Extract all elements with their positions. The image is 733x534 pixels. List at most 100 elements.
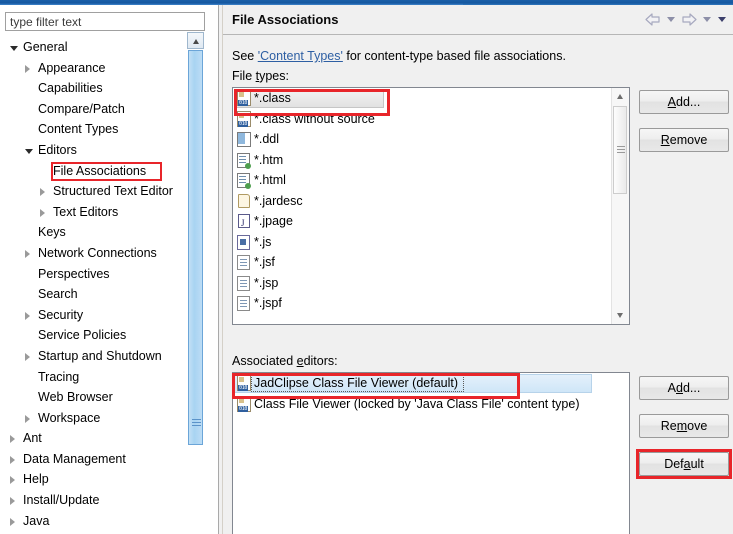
expanded-twisty-icon[interactable] — [10, 46, 18, 51]
add-editor-button[interactable]: Add... — [639, 376, 729, 400]
sidebar-item-label: Keys — [38, 225, 66, 240]
file-type-label: *.class without source — [254, 111, 375, 126]
sidebar-item-text-editors[interactable]: Text Editors — [0, 202, 186, 223]
sidebar-item-web-browser[interactable]: Web Browser — [0, 387, 186, 408]
sidebar-item-label: Capabilities — [38, 81, 103, 96]
sidebar-item-security[interactable]: Security — [0, 305, 186, 326]
file-type-row[interactable]: *.jsp — [233, 273, 629, 294]
collapsed-twisty-icon[interactable] — [40, 208, 45, 217]
jpage-file-icon — [236, 213, 252, 234]
associated-editors-rows[interactable]: JadClipse Class File Viewer (default) Cla… — [233, 373, 629, 534]
file-types-list[interactable]: *.class *.class without source *.ddl *.htm *… — [232, 87, 630, 325]
collapsed-twisty-icon[interactable] — [10, 517, 15, 526]
sidebar-item-file-associations[interactable]: File Associations — [0, 161, 186, 182]
collapsed-twisty-icon[interactable] — [25, 249, 30, 258]
remove-label-post: emove — [669, 133, 708, 147]
sidebar-item-compare-patch[interactable]: Compare/Patch — [0, 99, 186, 120]
ddl-file-icon — [236, 131, 252, 147]
collapsed-twisty-icon[interactable] — [10, 455, 15, 464]
file-types-rows[interactable]: *.class *.class without source *.ddl *.htm *… — [233, 88, 629, 324]
forward-arrow-icon[interactable] — [680, 12, 698, 27]
collapsed-twisty-icon[interactable] — [40, 188, 45, 197]
sidebar-item-capabilities[interactable]: Capabilities — [0, 78, 186, 99]
sidebar-item-network-connections[interactable]: Network Connections — [0, 243, 186, 264]
file-type-row[interactable]: *.jspf — [233, 293, 629, 314]
content-types-link[interactable]: 'Content Types' — [258, 49, 343, 63]
sidebar-item-workspace[interactable]: Workspace — [0, 408, 186, 429]
scrollbar-thumb[interactable] — [188, 50, 203, 445]
sidebar-item-general[interactable]: General — [0, 37, 186, 58]
collapsed-twisty-icon[interactable] — [25, 414, 30, 423]
collapsed-twisty-icon[interactable] — [25, 311, 30, 320]
file-type-row[interactable]: *.jpage — [233, 211, 629, 234]
scroll-up-arrow-icon[interactable] — [187, 32, 204, 49]
remove-editor-button[interactable]: Remove — [639, 414, 729, 438]
collapsed-twisty-icon[interactable] — [25, 352, 30, 361]
default-editor-button[interactable]: Default — [639, 452, 729, 476]
sidebar-item-appearance[interactable]: Appearance — [0, 58, 186, 79]
sidebar-item-perspectives[interactable]: Perspectives — [0, 264, 186, 285]
description-suffix: for content-type based file associations… — [342, 49, 566, 63]
preferences-tree[interactable]: General Appearance Capabilities Compare/Pat… — [0, 37, 186, 534]
collapsed-twisty-icon[interactable] — [10, 435, 15, 444]
collapsed-twisty-icon[interactable] — [10, 476, 15, 485]
sidebar-item-java[interactable]: Java — [0, 511, 186, 532]
associated-editors-list[interactable]: JadClipse Class File Viewer (default) Cla… — [232, 372, 630, 534]
sidebar-item-keys[interactable]: Keys — [0, 222, 186, 243]
file-type-row[interactable]: *.js — [233, 232, 629, 253]
file-type-row[interactable]: *.htm — [233, 150, 629, 171]
associated-editor-row[interactable]: Class File Viewer (locked by 'Java Class… — [233, 394, 629, 415]
sidebar-item-service-policies[interactable]: Service Policies — [0, 325, 186, 346]
associated-editors-label: Associated editors: — [232, 354, 338, 368]
class-file-icon — [236, 375, 252, 391]
remove-file-type-button[interactable]: Remove — [639, 128, 729, 152]
sidebar-item-help[interactable]: Help — [0, 469, 186, 490]
add-file-type-button[interactable]: Add... — [639, 90, 729, 114]
file-type-row[interactable]: *.class without source — [233, 109, 629, 130]
text-file-icon — [236, 295, 252, 311]
sidebar-item-label: Service Policies — [38, 328, 127, 343]
file-type-label: *.ddl — [254, 132, 280, 146]
sidebar-item-install-update[interactable]: Install/Update — [0, 490, 186, 511]
back-chevron-down-icon[interactable] — [667, 17, 675, 22]
file-type-label: *.js — [254, 234, 272, 249]
sidebar-item-ant[interactable]: Ant — [0, 428, 186, 449]
forward-chevron-down-icon[interactable] — [703, 17, 711, 22]
back-arrow-icon[interactable] — [644, 12, 662, 27]
sidebar-item-structured-text-editor[interactable]: Structured Text Editor — [0, 181, 186, 202]
sidebar-item-data-management[interactable]: Data Management — [0, 449, 186, 470]
file-type-row[interactable]: *.class — [233, 88, 629, 109]
scrollbar-track[interactable] — [188, 50, 203, 510]
file-type-row[interactable]: *.jsf — [233, 252, 629, 273]
add-editor-label-post: d... — [682, 381, 701, 395]
remove-editor-label-post: ove — [687, 419, 708, 433]
file-type-row[interactable]: *.html — [233, 170, 629, 191]
expanded-twisty-icon[interactable] — [25, 148, 33, 154]
description-prefix: See — [232, 49, 258, 63]
sidebar-item-startup-and-shutdown[interactable]: Startup and Shutdown — [0, 346, 186, 367]
file-types-scrollbar[interactable] — [611, 88, 629, 324]
sidebar-item-label: Install/Update — [23, 493, 100, 508]
sidebar-item-label: Tracing — [38, 369, 80, 384]
file-types-scroll-thumb[interactable] — [613, 106, 627, 194]
file-types-scroll-down-icon[interactable] — [612, 307, 628, 324]
file-types-scroll-up-icon[interactable] — [612, 88, 628, 105]
view-menu-chevron-down-icon[interactable] — [718, 17, 726, 22]
sidebar-item-label: Java — [23, 513, 50, 528]
file-type-row[interactable]: *.ddl — [233, 129, 629, 150]
associated-editor-row[interactable]: JadClipse Class File Viewer (default) — [233, 373, 629, 394]
collapsed-twisty-icon[interactable] — [10, 497, 15, 506]
sidebar-item-tracing[interactable]: Tracing — [0, 367, 186, 388]
sidebar-scrollbar[interactable] — [186, 32, 205, 529]
file-type-row[interactable]: *.jardesc — [233, 191, 629, 212]
sidebar-item-search[interactable]: Search — [0, 284, 186, 305]
down-arrow-glyph — [617, 313, 623, 318]
filter-input[interactable] — [5, 12, 205, 31]
content-types-description: See 'Content Types' for content-type bas… — [232, 49, 566, 63]
sidebar-item-content-types[interactable]: Content Types — [0, 119, 186, 140]
up-arrow-glyph — [617, 94, 623, 99]
thumb-grip-icon — [617, 146, 625, 153]
file-types-label-post: ypes: — [259, 69, 289, 83]
collapsed-twisty-icon[interactable] — [25, 64, 30, 73]
sidebar-item-editors[interactable]: Editors — [0, 140, 186, 161]
